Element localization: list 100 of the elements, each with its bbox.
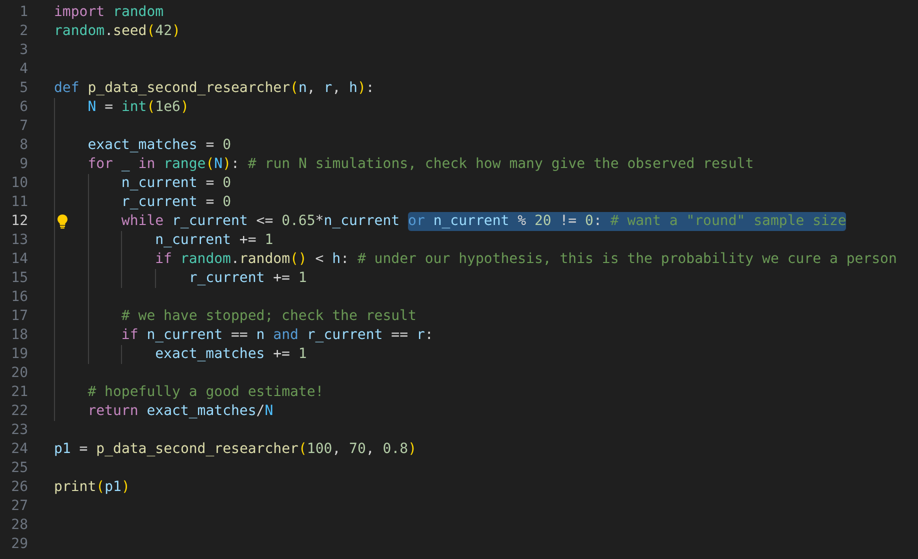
line-number: 1 (18, 3, 28, 22)
bracket: ) (172, 22, 180, 41)
constant: N (88, 98, 96, 117)
bracket: ( (146, 98, 156, 117)
line-number: 2 (18, 22, 28, 41)
line-number: 22 (10, 402, 28, 421)
variable: n_current (121, 174, 198, 193)
operator: , (366, 440, 376, 459)
bracket: () (290, 250, 307, 269)
line-number: 5 (18, 79, 28, 98)
number-literal: 0 (222, 174, 231, 193)
keyword: if (121, 326, 140, 345)
line-number: 15 (10, 269, 28, 288)
module-name: random (180, 250, 231, 269)
bracket: ( (146, 22, 156, 41)
code-comment: # run N simulations, check how many give the observed result (248, 155, 754, 174)
operator: += (238, 231, 258, 250)
number-literal: 1 (298, 345, 307, 364)
line-number: 18 (10, 326, 28, 345)
number-literal: 1 (298, 269, 307, 288)
variable: n_current (146, 326, 223, 345)
operator: = (78, 440, 89, 459)
operator: = (104, 98, 114, 117)
number-literal: 20 (534, 213, 552, 229)
line-number: 4 (18, 60, 28, 79)
code-comment: # want a "round" sample size (610, 213, 846, 229)
line-number: 6 (18, 98, 28, 117)
operator: == (230, 326, 249, 345)
module-name: range (164, 155, 206, 174)
variable: _ (121, 155, 131, 174)
bracket: ) (180, 98, 189, 117)
line-number: 21 (10, 383, 28, 402)
keyword: def (54, 79, 80, 98)
variable: r_current (121, 193, 198, 212)
keyword: return (88, 402, 140, 421)
bracket: ) (222, 155, 232, 174)
function-name: random (239, 250, 290, 269)
function-name: seed (113, 22, 147, 41)
variable: r_current (306, 326, 383, 345)
line-number: 11 (10, 193, 28, 212)
number-literal: 100 (306, 440, 332, 459)
module-name: random (113, 3, 164, 22)
operator: : (593, 213, 603, 229)
keyword: or (408, 213, 426, 229)
operator: , (332, 79, 342, 98)
variable: r_current (172, 212, 248, 231)
operator: == (390, 326, 410, 345)
line-number: 7 (18, 117, 28, 136)
lightbulb-icon[interactable] (57, 214, 68, 229)
operator: * (315, 212, 324, 231)
function-name: p_data_second_researcher (96, 440, 298, 459)
operator: = (204, 174, 216, 193)
line-number: 3 (18, 41, 28, 60)
function-name: p_data_second_researcher (88, 79, 290, 98)
operator: : (340, 250, 350, 269)
operator: <= (255, 212, 274, 231)
line-number: 27 (10, 497, 28, 516)
bracket: ) (357, 79, 366, 98)
operator: , (332, 440, 342, 459)
operator: != (558, 213, 578, 229)
line-number: 13 (10, 231, 28, 250)
line-number: 24 (10, 440, 28, 459)
line-number: 16 (10, 288, 28, 307)
variable: p1 (104, 478, 122, 497)
number-literal: 1e6 (155, 98, 180, 117)
line-number: 26 (10, 478, 28, 497)
variable: n_current (324, 212, 401, 231)
constant: N (264, 402, 274, 421)
variable: r_current (188, 269, 265, 288)
operator: += (272, 345, 291, 364)
operator: , (306, 79, 316, 98)
variable: r (416, 326, 425, 345)
line-number: 10 (10, 174, 28, 193)
keyword: for (88, 155, 114, 174)
variable: h (349, 79, 358, 98)
line-number: 28 (10, 516, 28, 535)
operator: % (516, 213, 528, 229)
line-number: 12 (10, 212, 28, 231)
operator: = (204, 136, 216, 155)
function-name: print (54, 478, 96, 497)
line-number: 23 (10, 421, 28, 440)
line-number: 25 (10, 459, 28, 478)
number-literal: 70 (349, 440, 366, 459)
bracket: ( (206, 155, 214, 174)
operator: += (272, 269, 291, 288)
bracket: ( (96, 478, 105, 497)
keyword: while (121, 212, 165, 231)
variable: n (298, 79, 307, 98)
variable: exact_matches (146, 402, 256, 421)
variable: r (324, 79, 332, 98)
bracket: ( (290, 79, 298, 98)
bracket: ) (408, 440, 416, 459)
line-number: 19 (10, 345, 28, 364)
keyword: if (155, 250, 173, 269)
variable: n_current (155, 231, 231, 250)
variable: h (332, 250, 341, 269)
keyword: in (138, 155, 156, 174)
operator: < (314, 250, 325, 269)
number-literal: 0.65 (282, 212, 316, 231)
code-comment: # hopefully a good estimate! (88, 383, 324, 402)
